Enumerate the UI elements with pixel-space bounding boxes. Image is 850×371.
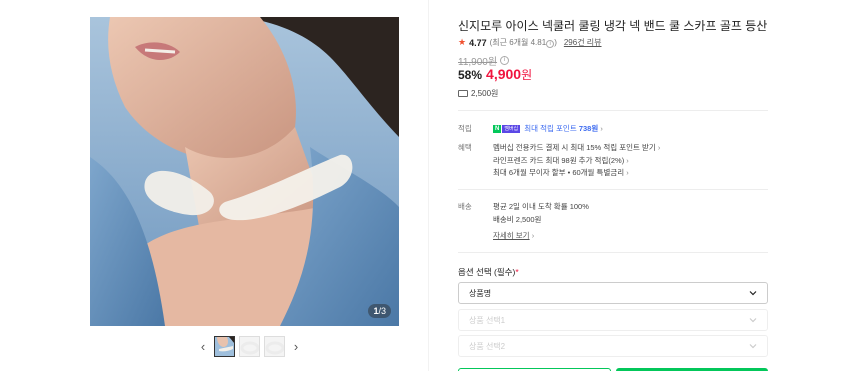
benefit-item[interactable]: 멤버십 전용카드 결제 시 최대 15% 적립 포인트 받기 ›	[493, 142, 660, 155]
benefits-list: 멤버십 전용카드 결제 시 최대 15% 적립 포인트 받기 › 라인프렌즈 카…	[493, 142, 660, 180]
info-icon[interactable]: i	[546, 40, 555, 48]
column-divider	[428, 0, 429, 371]
divider	[458, 110, 768, 111]
arrival-rate: 평균 2일 이내 도착 확률 100%	[493, 202, 589, 211]
product-photo	[90, 17, 399, 326]
chevron-down-icon	[749, 318, 757, 323]
product-main-image[interactable]: 1/3	[90, 17, 399, 326]
divider	[458, 189, 768, 190]
benefit-item[interactable]: 라인프렌즈 카드 최대 98원 추가 적립(2%) ›	[493, 155, 660, 168]
option-select-1[interactable]: 상품 선택1	[458, 309, 768, 331]
rating-score: 4.77	[469, 37, 487, 48]
thumbnail-1[interactable]	[214, 335, 235, 357]
delivery-info: 평균 2일 이내 도착 확률 100% 배송비 2,500원 자세히 보기 ›	[493, 201, 589, 243]
npay-membership-badge: N 멤버십	[493, 125, 521, 134]
product-title: 신지모루 아이스 넥쿨러 쿨링 냉각 넥 밴드 쿨 스카프 골프 등산	[458, 19, 768, 33]
sale-price-row: 58% 4,900원	[458, 66, 532, 83]
options-title: 옵션 선택 (필수)*	[458, 267, 519, 277]
star-icon: ★	[458, 37, 467, 47]
option-select-2[interactable]: 상품 선택2	[458, 335, 768, 357]
thumbnail-strip: ‹ ›	[196, 335, 303, 357]
chevron-right-icon: ›	[600, 124, 603, 133]
delivery-fee: 배송비 2,500원	[493, 214, 542, 224]
sale-price: 4,900원	[486, 66, 533, 82]
image-counter: 1/3	[368, 304, 391, 318]
rating-row: ★ 4.77 (최근 6개월 4.81 i) 296건 리뷰	[458, 37, 602, 48]
review-count-link[interactable]: 296건 리뷰	[564, 37, 602, 48]
benefits-label: 혜택	[458, 143, 472, 152]
points-value[interactable]: N 멤버십 최대 적립 포인트 738원 ›	[493, 123, 603, 136]
chevron-right-icon[interactable]: ›	[289, 335, 303, 357]
delivery-details-link[interactable]: 자세히 보기 ›	[493, 230, 589, 243]
shipping-fee: 2,500원	[471, 89, 499, 98]
thumbnail-2[interactable]	[239, 335, 260, 357]
thumbnail-3[interactable]	[264, 335, 285, 357]
delivery-label: 배송	[458, 202, 472, 211]
chevron-left-icon[interactable]: ‹	[196, 335, 210, 357]
chevron-down-icon	[749, 344, 757, 349]
divider	[458, 252, 768, 253]
truck-icon	[458, 90, 468, 97]
points-label: 적립	[458, 124, 472, 133]
info-icon[interactable]: i	[500, 56, 510, 65]
option-select-product[interactable]: 상품명	[458, 282, 768, 304]
shipping-fee-row: 2,500원	[458, 88, 498, 99]
chevron-down-icon	[749, 291, 757, 296]
benefit-item[interactable]: 최대 6개월 무이자 할부 • 60개월 특별금리 ›	[493, 167, 660, 180]
recent-rating: (최근 6개월 4.81 i)	[489, 38, 557, 48]
discount-rate: 58%	[458, 68, 483, 82]
